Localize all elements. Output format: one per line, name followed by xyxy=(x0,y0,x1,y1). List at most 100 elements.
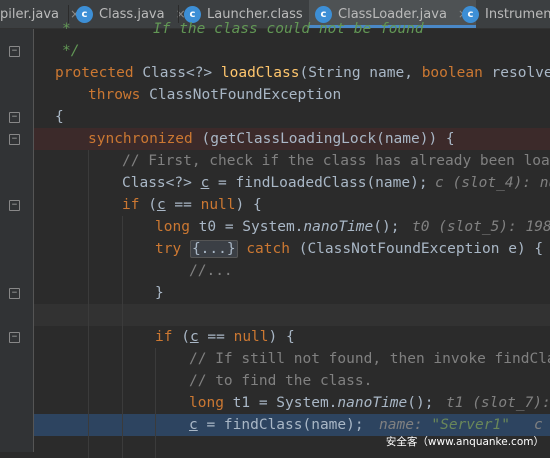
indent-guide xyxy=(88,370,89,392)
expression: = findLoadedClass(name); xyxy=(209,175,428,191)
operator: == xyxy=(165,197,201,213)
code-line-5[interactable]: { xyxy=(34,106,550,128)
code-line-12[interactable]: //... xyxy=(34,260,550,282)
statement: long t1 = System.nanoTime(); xyxy=(189,392,433,414)
variable: c xyxy=(200,175,210,191)
fold-marker-icon[interactable]: − xyxy=(9,200,20,211)
code-line-14[interactable] xyxy=(34,304,550,326)
try-catch: try {...} catch (ClassNotFoundException … xyxy=(155,238,543,260)
open-brace: { xyxy=(55,109,64,125)
if-statement: if (c == null) { xyxy=(122,194,262,216)
statement: c = findClass(name); xyxy=(189,414,364,436)
keyword: boolean xyxy=(421,65,483,81)
folded-block[interactable]: {...} xyxy=(189,240,238,258)
expression: t0 = System. xyxy=(189,219,304,235)
keyword: try xyxy=(155,241,182,257)
code-line-16[interactable]: // If still not found, then invoke findC… xyxy=(34,348,550,370)
indent-guide xyxy=(88,392,89,414)
javadoc-text: If the class could not be found xyxy=(153,21,424,37)
indent-guide xyxy=(122,370,123,392)
debug-hint: c xyxy=(534,417,543,433)
fold-marker-icon[interactable]: − xyxy=(9,46,20,57)
indent-guide xyxy=(122,348,123,370)
code-line-10[interactable]: long t0 = System.nanoTime(); t0 (slot_5)… xyxy=(34,216,550,238)
code-line-8[interactable]: Class<?> c = findLoadedClass(name); c (s… xyxy=(34,172,550,194)
lock-expression: (getClassLoadingLock(name)) { xyxy=(201,131,455,147)
fold-marker-icon[interactable]: − xyxy=(9,134,20,145)
indent-guide xyxy=(122,304,123,326)
debug-hint: c (slot_4): nu xyxy=(435,175,550,191)
fold-marker-icon[interactable]: − xyxy=(9,332,20,343)
paren: ( xyxy=(172,329,190,345)
indent-guide xyxy=(155,436,156,458)
code-line-6[interactable]: synchronized (getClassLoadingLock(name))… xyxy=(34,128,550,150)
params: (String name, xyxy=(299,65,422,81)
debug-hint: t1 (slot_7): xyxy=(446,395,550,411)
indent-guide xyxy=(88,326,89,348)
editor-gutter xyxy=(0,29,33,452)
code-line-19[interactable]: c = findClass(name); name: "Server1" c xyxy=(34,414,550,436)
type: Class<?> xyxy=(122,175,201,191)
code-line-7[interactable]: // First, check if the class has already… xyxy=(34,150,550,172)
fold-marker-icon[interactable]: − xyxy=(9,288,20,299)
throws-clause: throws ClassNotFoundException xyxy=(88,84,341,106)
comment: // First, check if the class has already… xyxy=(122,153,550,169)
hint-label: name: xyxy=(379,417,432,433)
keyword: long xyxy=(155,219,190,235)
indent-guide xyxy=(88,216,89,238)
indent-guide xyxy=(122,238,123,260)
synchronized-block: synchronized (getClassLoadingLock(name))… xyxy=(88,128,455,150)
comment: // to find the class. xyxy=(189,373,373,389)
code-line-17[interactable]: // to find the class. xyxy=(34,370,550,392)
code-line-1[interactable]: * If the class could not be found xyxy=(34,18,550,40)
keyword: null xyxy=(200,197,236,213)
debug-hint: t0 (slot_5): 1980 xyxy=(412,219,550,235)
indent-guide xyxy=(122,392,123,414)
indent-guide xyxy=(122,436,123,458)
code-line-13[interactable]: } xyxy=(34,282,550,304)
keyword: catch xyxy=(246,241,290,257)
indent-guide xyxy=(88,348,89,370)
paren: ) { xyxy=(235,197,262,213)
code-line-11[interactable]: try {...} catch (ClassNotFoundException … xyxy=(34,238,550,260)
code-line-18[interactable]: long t1 = System.nanoTime(); t1 (slot_7)… xyxy=(34,392,550,414)
code-line-3[interactable]: protected Class<?> loadClass(String name… xyxy=(34,62,550,84)
variable: c xyxy=(189,329,199,345)
paren: ( xyxy=(139,197,157,213)
expression: = findClass(name); xyxy=(197,417,364,433)
indent-guide xyxy=(88,150,89,172)
hint-value: "Server1" xyxy=(431,417,510,433)
indent-guide xyxy=(155,414,156,436)
method-signature: protected Class<?> loadClass(String name… xyxy=(55,62,550,84)
indent-guide xyxy=(88,172,89,194)
keyword: throws xyxy=(88,87,141,103)
expression: (ClassNotFoundException e) { xyxy=(289,241,544,257)
keyword: if xyxy=(155,329,173,345)
comment: // If still not found, then invoke findC… xyxy=(189,351,550,367)
javadoc-star: * xyxy=(62,21,71,37)
code-line-2[interactable]: */ xyxy=(34,40,550,62)
indent-guide xyxy=(88,260,89,282)
exception-type: ClassNotFoundException xyxy=(149,87,342,103)
expression: t1 = System. xyxy=(223,395,338,411)
fold-marker-icon[interactable]: − xyxy=(9,112,20,123)
indent-guide xyxy=(88,414,89,436)
indent-guide xyxy=(155,348,156,370)
variable: c xyxy=(189,417,198,433)
code-line-15[interactable]: if (c == null) { xyxy=(34,326,550,348)
operator: == xyxy=(198,329,234,345)
keyword: long xyxy=(189,395,224,411)
indent-guide xyxy=(88,436,89,458)
indent-guide xyxy=(122,414,123,436)
indent-guide xyxy=(88,304,89,326)
keyword: if xyxy=(122,197,140,213)
comment: //... xyxy=(189,263,233,279)
indent-guide xyxy=(88,238,89,260)
params: resolve) xyxy=(491,65,550,81)
code-line-4[interactable]: throws ClassNotFoundException xyxy=(34,84,550,106)
code-line-9[interactable]: if (c == null) { xyxy=(34,194,550,216)
indent-guide xyxy=(88,282,89,304)
paren: ) { xyxy=(268,329,295,345)
indent-guide xyxy=(122,326,123,348)
keyword: synchronized xyxy=(88,131,193,147)
